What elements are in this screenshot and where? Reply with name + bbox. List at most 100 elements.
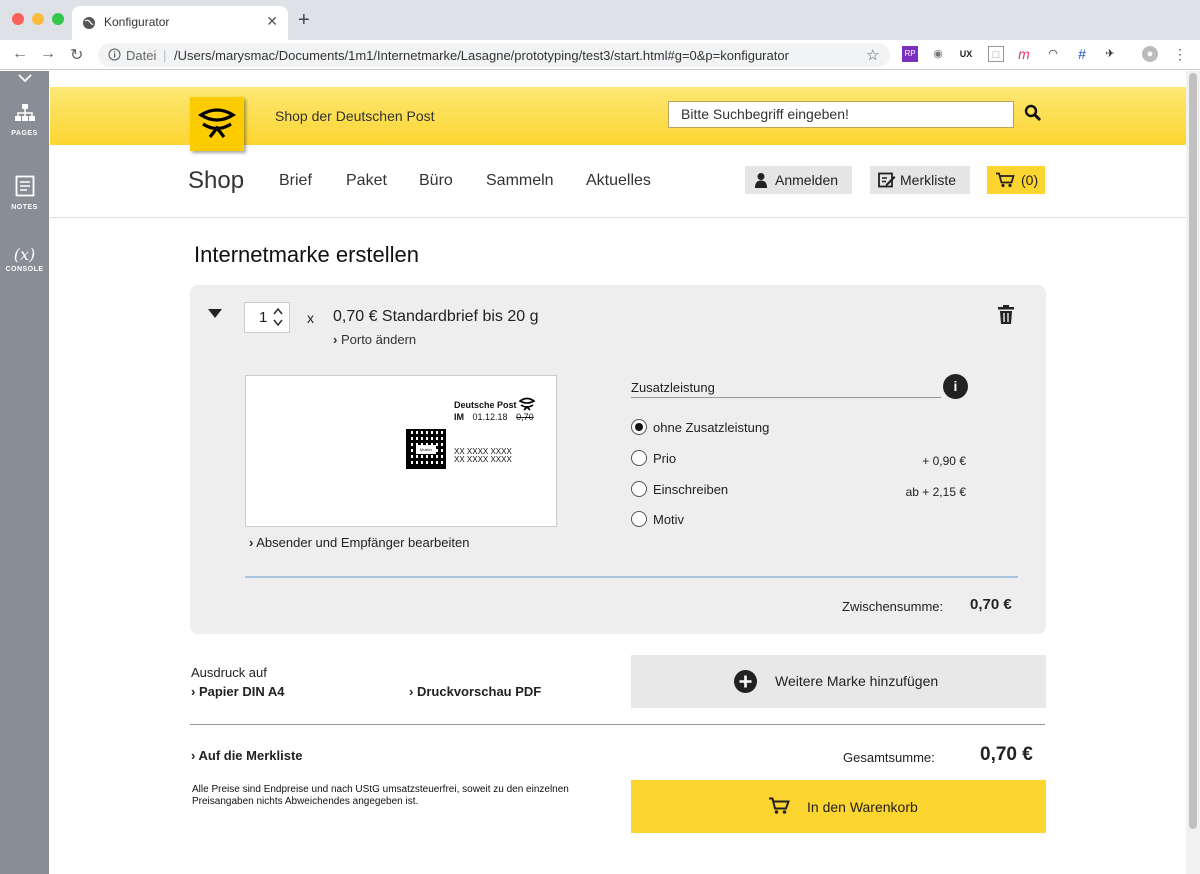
url-scheme-label: Datei — [126, 48, 157, 63]
back-icon[interactable]: ← — [12, 45, 28, 63]
cart-icon — [769, 797, 790, 814]
nav-brief[interactable]: Brief — [279, 172, 312, 190]
chevron-right-icon: › — [409, 684, 414, 699]
deutsche-post-logo[interactable] — [190, 97, 244, 151]
reload-icon[interactable]: ↻ — [70, 45, 83, 65]
info-icon[interactable]: i — [943, 374, 968, 399]
url-separator: | — [163, 48, 167, 63]
quantity-value: 1 — [259, 309, 268, 326]
panel-console[interactable]: (x) CONSOLE — [0, 245, 49, 273]
grid-extension-icon[interactable]: # — [1074, 46, 1090, 62]
preview-brand: Deutsche Post — [454, 400, 517, 410]
option-label: ohne Zusatzleistung — [653, 420, 770, 435]
info-icon — [108, 48, 121, 61]
panel-notes-label: NOTES — [11, 204, 38, 211]
nav-paket[interactable]: Paket — [346, 172, 387, 190]
add-to-cart-label: In den Warenkorb — [807, 799, 918, 815]
cart-count: (0) — [1021, 172, 1039, 188]
tab-close-icon[interactable]: ✕ — [266, 13, 278, 30]
preview-im: IM — [454, 412, 464, 422]
post-horn-small-icon — [518, 397, 536, 411]
forward-icon[interactable]: → — [40, 45, 56, 63]
sitemap-icon — [14, 104, 35, 121]
panel-collapse-icon[interactable] — [0, 71, 49, 85]
print-paper-link[interactable]: › Papier DIN A4 — [191, 684, 284, 699]
wishlist-label: Merkliste — [900, 172, 957, 188]
print-preview-link[interactable]: › Druckvorschau PDF — [409, 684, 541, 699]
section-divider — [190, 724, 1045, 725]
subtotal-value: 0,70 € — [970, 596, 1012, 613]
panel-pages[interactable]: PAGES — [0, 103, 49, 137]
edit-list-icon — [878, 172, 896, 188]
extension-ux-icon[interactable]: UX — [958, 46, 974, 62]
extension-m-icon[interactable]: m — [1016, 46, 1032, 62]
add-stamp-button[interactable]: Weitere Marke hinzufügen — [631, 655, 1046, 708]
add-to-cart-button[interactable]: In den Warenkorb — [631, 780, 1046, 833]
nav-sammeln[interactable]: Sammeln — [486, 172, 554, 190]
wishlist-button[interactable]: Merkliste — [870, 166, 970, 194]
to-wishlist-label: Auf die Merkliste — [198, 748, 303, 763]
multiply-sign: x — [307, 310, 314, 326]
panel-pages-label: PAGES — [11, 130, 38, 137]
cart-icon — [996, 172, 1015, 188]
radio-selected[interactable] — [631, 419, 647, 435]
profile-avatar-icon[interactable]: ● — [1142, 46, 1158, 62]
nav-aktuelles[interactable]: Aktuelles — [586, 172, 651, 190]
option-price-prio: + 0,90 € — [922, 454, 966, 468]
edit-addresses-label: Absender und Empfänger bearbeiten — [256, 535, 470, 550]
box-extension-icon[interactable]: □ — [988, 46, 1004, 62]
top-banner: Shop der Deutschen Post Bitte Suchbegrif… — [50, 87, 1186, 151]
stepper-arrows-icon[interactable] — [273, 306, 283, 328]
zoom-window-button[interactable] — [52, 13, 64, 25]
minimize-window-button[interactable] — [32, 13, 44, 25]
chevron-right-icon: › — [249, 535, 254, 550]
login-button[interactable]: Anmelden — [745, 166, 852, 194]
bookmark-star-icon[interactable]: ☆ — [866, 46, 879, 64]
addon-title: Zusatzleistung — [631, 380, 941, 398]
camera-extension-icon[interactable]: ◉ — [930, 46, 946, 62]
radio-unselected[interactable] — [631, 511, 647, 527]
post-horn-icon — [197, 108, 237, 138]
search-icon[interactable] — [1024, 104, 1042, 122]
search-input[interactable]: Bitte Suchbegriff eingeben! — [668, 101, 1014, 128]
scrollbar-thumb[interactable] — [1189, 73, 1197, 829]
trash-icon[interactable] — [997, 305, 1015, 325]
quantity-stepper[interactable]: 1 — [244, 302, 290, 333]
mask-extension-icon[interactable]: ◠ — [1045, 46, 1061, 62]
total-label: Gesamtsumme: — [843, 750, 935, 765]
close-window-button[interactable] — [12, 13, 24, 25]
variable-icon: (x) — [13, 245, 36, 264]
total-value: 0,70 € — [980, 744, 1033, 765]
tool-panel: PAGES NOTES (x) CONSOLE — [0, 71, 49, 874]
preview-value: 0,70 — [516, 412, 534, 422]
radio-unselected[interactable] — [631, 481, 647, 497]
preview-code-text: XX XXXX XXXX XX XXXX XXXX — [454, 448, 512, 464]
page-viewport: Shop der Deutschen Post Bitte Suchbegrif… — [50, 71, 1186, 874]
browser-menu-icon[interactable]: ⋮ — [1172, 46, 1188, 62]
edit-addresses-link[interactable]: › Absender und Empfänger bearbeiten — [249, 535, 469, 550]
extension-rp-icon[interactable]: RP — [902, 46, 918, 62]
preview-date: 01.12.18 — [472, 412, 508, 422]
shop-brand[interactable]: Shop — [188, 167, 244, 195]
cart-button[interactable]: (0) — [987, 166, 1045, 194]
option-label: Motiv — [653, 512, 685, 527]
page-scrollbar[interactable] — [1186, 71, 1200, 874]
add-stamp-label: Weitere Marke hinzufügen — [775, 673, 939, 689]
nav-buero[interactable]: Büro — [419, 172, 453, 190]
browser-tab[interactable]: Konfigurator ✕ — [72, 6, 288, 40]
collapse-caret-icon[interactable] — [208, 309, 222, 319]
radio-unselected[interactable] — [631, 450, 647, 466]
address-bar-row: ← → ↻ Datei | /Users/marysmac/Documents/… — [0, 40, 1200, 70]
new-tab-button[interactable]: + — [298, 9, 310, 32]
muster-label: Muster — [416, 445, 436, 454]
panel-notes[interactable]: NOTES — [0, 175, 49, 211]
bird-extension-icon[interactable]: ✈ — [1102, 46, 1118, 62]
card-divider — [245, 576, 1018, 578]
url-field[interactable]: Datei | /Users/marysmac/Documents/1m1/In… — [98, 43, 890, 67]
stamp-preview: Deutsche Post IM 01.12.18 0,70 Muster XX… — [245, 375, 557, 527]
tab-title: Konfigurator — [104, 15, 170, 29]
change-postage-link[interactable]: › Porto ändern — [333, 332, 416, 347]
preview-stamp-line: IM 01.12.18 0,70 — [454, 412, 534, 422]
product-title: 0,70 € Standardbrief bis 20 g — [333, 308, 539, 325]
to-wishlist-link[interactable]: › Auf die Merkliste — [191, 748, 303, 763]
